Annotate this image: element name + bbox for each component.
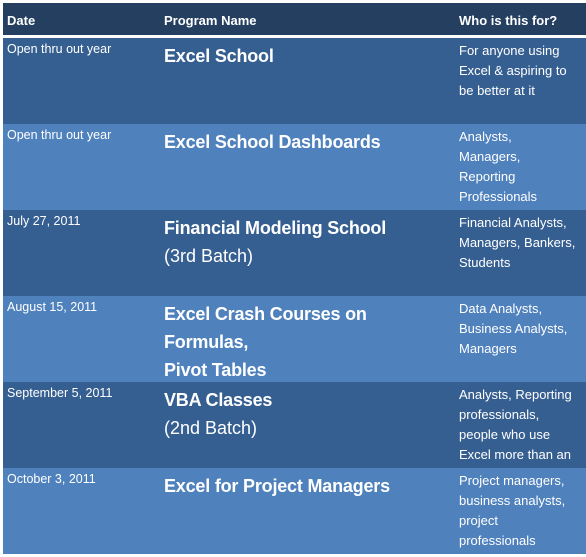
audience-line: Analysts, Reporting [459, 387, 572, 402]
audience-line: Managers, Bankers, [459, 235, 576, 250]
table-body: Open thru out year Excel School For anyone… [3, 38, 586, 554]
header-program-name: Program Name [164, 13, 257, 28]
table-row: August 15, 2011 Excel Crash Courses on Fo… [3, 296, 586, 382]
header-audience: Who is this for? [459, 13, 558, 28]
header-date: Date [7, 13, 36, 28]
audience-line: Students [459, 255, 511, 270]
table-row: September 5, 2011 VBA Classes (2nd Batch) A… [3, 382, 586, 468]
table-header-row: Date Program Name Who is this for? [3, 3, 586, 38]
audience-line: Data Analysts, [459, 301, 543, 316]
audience-line: For anyone using [459, 43, 560, 58]
audience-line: professionals, [459, 407, 540, 422]
date-cell: July 27, 2011 [7, 214, 81, 228]
audience-line: Excel more than an [459, 447, 572, 462]
program-title: VBA Classes [164, 390, 273, 410]
audience-line: Analysts, [459, 129, 512, 144]
audience-line: Project managers, [459, 473, 565, 488]
training-schedule-table: Date Program Name Who is this for? Open … [3, 3, 586, 554]
date-cell: October 3, 2011 [7, 472, 96, 486]
audience-cell: Analysts, Managers, Reporting Professionals [453, 124, 586, 210]
table-row: Open thru out year Excel School Dashboard… [3, 124, 586, 210]
program-title: Financial Modeling School [164, 218, 387, 238]
audience-line: Managers [459, 341, 517, 356]
audience-line: Excel & aspiring to [459, 63, 567, 78]
audience-line: be better at it [459, 83, 535, 98]
audience-cell: For anyone using Excel & aspiring to be be… [453, 38, 586, 124]
program-cell: Excel for Project Managers [160, 468, 453, 554]
audience-line: Reporting [459, 169, 516, 184]
audience-line: project [459, 513, 499, 528]
program-subtitle: (3rd Batch) [164, 246, 254, 266]
program-title: Excel School Dashboards [164, 132, 381, 152]
program-title: Excel for Project Managers [164, 476, 390, 496]
audience-line: Managers, [459, 149, 521, 164]
audience-line: Professionals [459, 189, 538, 204]
audience-line: business analysts, [459, 493, 566, 508]
audience-line: Financial Analysts, [459, 215, 567, 230]
program-cell: Excel Crash Courses on Formulas, Pivot Ta… [160, 296, 453, 382]
program-cell: Excel School [160, 38, 453, 124]
audience-line: people who use [459, 427, 551, 442]
program-title: Excel School [164, 46, 274, 66]
program-cell: Financial Modeling School (3rd Batch) [160, 210, 453, 296]
program-cell: VBA Classes (2nd Batch) [160, 382, 453, 468]
table-row: October 3, 2011 Excel for Project Manager… [3, 468, 586, 554]
date-cell: September 5, 2011 [7, 386, 113, 400]
audience-cell: Analysts, Reporting professionals, people … [453, 382, 586, 468]
audience-line: professionals [459, 533, 536, 548]
program-subtitle: (2nd Batch) [164, 418, 258, 438]
program-cell: Excel School Dashboards [160, 124, 453, 210]
date-cell: August 15, 2011 [7, 300, 98, 314]
audience-cell: Financial Analysts, Managers, Bankers, Stu… [453, 210, 586, 296]
table-row: July 27, 2011 Financial Modeling School (3… [3, 210, 586, 296]
date-cell: Open thru out year [7, 128, 112, 142]
audience-cell: Data Analysts, Business Analysts, Managers [453, 296, 586, 382]
table-row: Open thru out year Excel School For anyone… [3, 38, 586, 124]
audience-line: Business Analysts, [459, 321, 568, 336]
date-cell: Open thru out year [7, 42, 112, 56]
program-title: Excel Crash Courses on Formulas, [164, 304, 367, 352]
audience-cell: Project managers, business analysts, proje… [453, 468, 586, 554]
program-title-line2: Pivot Tables [164, 360, 267, 380]
